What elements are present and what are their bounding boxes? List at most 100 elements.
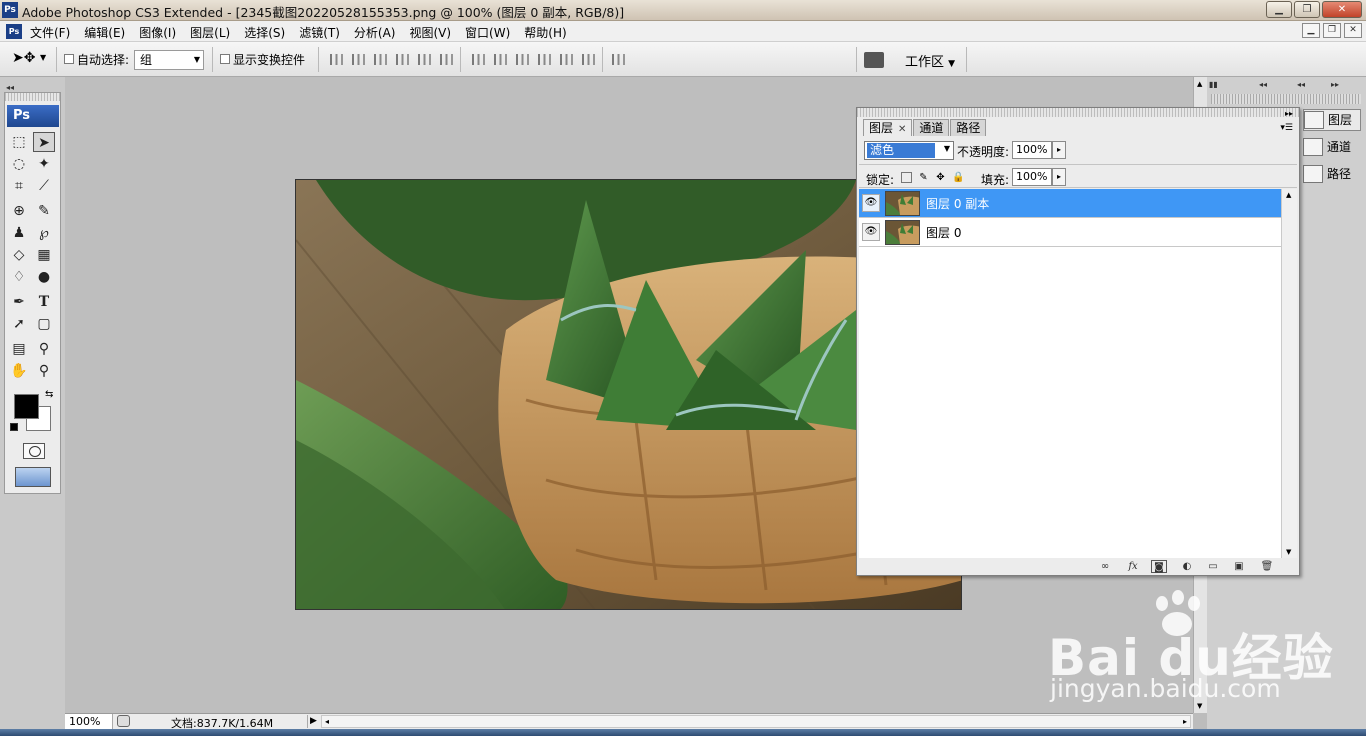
default-colors-icon[interactable]	[10, 423, 18, 431]
history-brush-tool-icon[interactable]: ℘	[33, 223, 55, 243]
menu-file[interactable]: 文件(F)	[30, 24, 70, 41]
workspace-menu[interactable]: 工作区 ▼	[905, 51, 955, 70]
menu-edit[interactable]: 编辑(E)	[84, 24, 125, 41]
fill-input[interactable]: 100%	[1012, 168, 1052, 186]
document-icon[interactable]: Ps	[6, 24, 22, 39]
toolbox-grip[interactable]	[5, 93, 60, 101]
lasso-tool-icon[interactable]: ◌	[8, 154, 30, 174]
layer-row-layer-0-copy[interactable]: 👁 图层 0 副本	[859, 189, 1281, 218]
adjustment-layer-icon[interactable]: ◐	[1179, 560, 1195, 573]
eraser-tool-icon[interactable]: ◇	[8, 245, 30, 265]
distribute-top-icon[interactable]	[472, 54, 485, 65]
distribute-vcenter-icon[interactable]	[494, 54, 507, 65]
dock-grip[interactable]	[1211, 94, 1361, 104]
opacity-slider-button[interactable]: ▸	[1052, 141, 1066, 159]
type-tool-icon[interactable]: T	[33, 292, 55, 312]
blur-tool-icon[interactable]: ♢	[8, 267, 30, 287]
scroll-left-icon[interactable]: ◂	[325, 716, 329, 727]
collapse-dock-icon[interactable]: ▸▸	[1331, 80, 1339, 89]
layer-row-layer-0[interactable]: 👁 图层 0	[859, 218, 1281, 247]
layer-name[interactable]: 图层 0 副本	[926, 195, 989, 212]
align-top-icon[interactable]	[330, 54, 343, 65]
delete-layer-icon[interactable]: 🗑	[1259, 560, 1275, 573]
dock-grip-icon[interactable]: ▮▮	[1209, 80, 1218, 89]
menu-layer[interactable]: 图层(L)	[190, 24, 230, 41]
lock-all-icon[interactable]: 🔒	[952, 172, 964, 183]
zoom-tool-icon[interactable]: ⚲	[33, 361, 55, 381]
menu-analysis[interactable]: 分析(A)	[354, 24, 396, 41]
layer-style-fx-icon[interactable]: fx	[1125, 560, 1141, 573]
align-right-icon[interactable]	[440, 54, 453, 65]
status-menu-arrow-icon[interactable]: ▶	[307, 715, 319, 728]
distribute-right-icon[interactable]	[582, 54, 595, 65]
new-group-icon[interactable]: ▭	[1205, 560, 1221, 573]
add-mask-icon[interactable]: ◙	[1151, 560, 1167, 573]
foreground-color-swatch[interactable]	[14, 394, 39, 419]
layers-scrollbar[interactable]: ▲ ▼	[1281, 189, 1297, 558]
zoom-level-input[interactable]: 100%	[65, 714, 113, 729]
auto-align-layers-icon[interactable]	[612, 54, 625, 65]
align-hcenter-icon[interactable]	[418, 54, 431, 65]
gradient-tool-icon[interactable]: ▦	[33, 245, 55, 265]
healing-brush-tool-icon[interactable]: ⊕	[8, 201, 30, 221]
swap-colors-icon[interactable]: ⇆	[45, 389, 53, 400]
expand-dock-icon[interactable]: ◂◂	[1259, 80, 1267, 89]
menu-select[interactable]: 选择(S)	[244, 24, 285, 41]
tab-channels[interactable]: 通道	[913, 119, 950, 136]
horizontal-scrollbar[interactable]: ◂ ▸	[321, 715, 1191, 728]
opacity-input[interactable]: 100%	[1012, 141, 1052, 159]
toolbox-logo[interactable]: Ps	[7, 105, 59, 127]
menu-image[interactable]: 图像(I)	[139, 24, 176, 41]
fill-slider-button[interactable]: ▸	[1052, 168, 1066, 186]
layer-name[interactable]: 图层 0	[926, 224, 961, 241]
close-icon[interactable]: ✕	[898, 124, 906, 135]
panel-grip[interactable]	[857, 108, 1299, 117]
bridge-icon[interactable]	[864, 52, 884, 68]
notes-tool-icon[interactable]: ▤	[8, 339, 30, 359]
menu-view[interactable]: 视图(V)	[409, 24, 451, 41]
blend-mode-dropdown[interactable]: 滤色 ▼	[864, 141, 954, 160]
eye-icon[interactable]: 👁	[862, 223, 880, 241]
tab-layers[interactable]: 图层 ✕	[863, 119, 913, 136]
panel-collapse-icon[interactable]: ▸▸	[1285, 109, 1293, 118]
distribute-bottom-icon[interactable]	[516, 54, 529, 65]
doc-restore-button[interactable]: ❐	[1323, 23, 1341, 38]
quick-mask-button[interactable]	[23, 443, 45, 459]
new-layer-icon[interactable]: ▣	[1231, 560, 1247, 573]
eyedropper-tool-icon[interactable]: ⚲	[33, 339, 55, 359]
dodge-tool-icon[interactable]: ●	[33, 267, 55, 287]
pen-tool-icon[interactable]: ✒	[8, 292, 30, 312]
clone-stamp-tool-icon[interactable]: ♟	[8, 223, 30, 243]
chevron-down-icon[interactable]: ▼	[40, 53, 46, 62]
scroll-up-icon[interactable]: ▲	[1286, 191, 1291, 199]
lock-image-icon[interactable]: ✎	[918, 172, 929, 183]
align-left-icon[interactable]	[396, 54, 409, 65]
menu-filter[interactable]: 滤镜(T)	[299, 24, 340, 41]
close-button[interactable]: ✕	[1322, 1, 1362, 18]
dock-layers-button[interactable]: 图层	[1303, 109, 1361, 131]
link-layers-icon[interactable]: ∞	[1097, 560, 1113, 573]
doc-minimize-button[interactable]: ▁	[1302, 23, 1320, 38]
eye-icon[interactable]: 👁	[862, 194, 880, 212]
scroll-up-icon[interactable]: ▲	[1197, 80, 1202, 88]
panel-menu-icon[interactable]: ▾☰	[1280, 123, 1293, 133]
move-tool-icon[interactable]: ➤	[33, 132, 55, 152]
show-transform-checkbox[interactable]	[220, 54, 230, 64]
doc-close-button[interactable]: ✕	[1344, 23, 1362, 38]
menu-window[interactable]: 窗口(W)	[465, 24, 510, 41]
shape-tool-icon[interactable]: ▢	[33, 314, 55, 334]
scroll-right-icon[interactable]: ▸	[1183, 716, 1187, 727]
auto-select-dropdown[interactable]: 组 ▼	[134, 50, 204, 70]
expand-dock-icon[interactable]: ◂◂	[1297, 80, 1305, 89]
dock-paths-button[interactable]: 路径	[1303, 163, 1361, 185]
collapse-toolbox-icon[interactable]: ◂◂	[6, 83, 14, 92]
menu-help[interactable]: 帮助(H)	[524, 24, 566, 41]
slice-tool-icon[interactable]: ⟋	[33, 176, 55, 196]
dock-channels-button[interactable]: 通道	[1303, 136, 1361, 158]
maximize-button[interactable]: ❐	[1294, 1, 1320, 18]
magic-wand-tool-icon[interactable]: ✦	[33, 154, 55, 174]
path-selection-tool-icon[interactable]: ➚	[8, 314, 30, 334]
lock-transparent-icon[interactable]	[901, 172, 912, 183]
screen-mode-button[interactable]	[15, 467, 51, 487]
status-info-icon[interactable]	[117, 715, 130, 727]
